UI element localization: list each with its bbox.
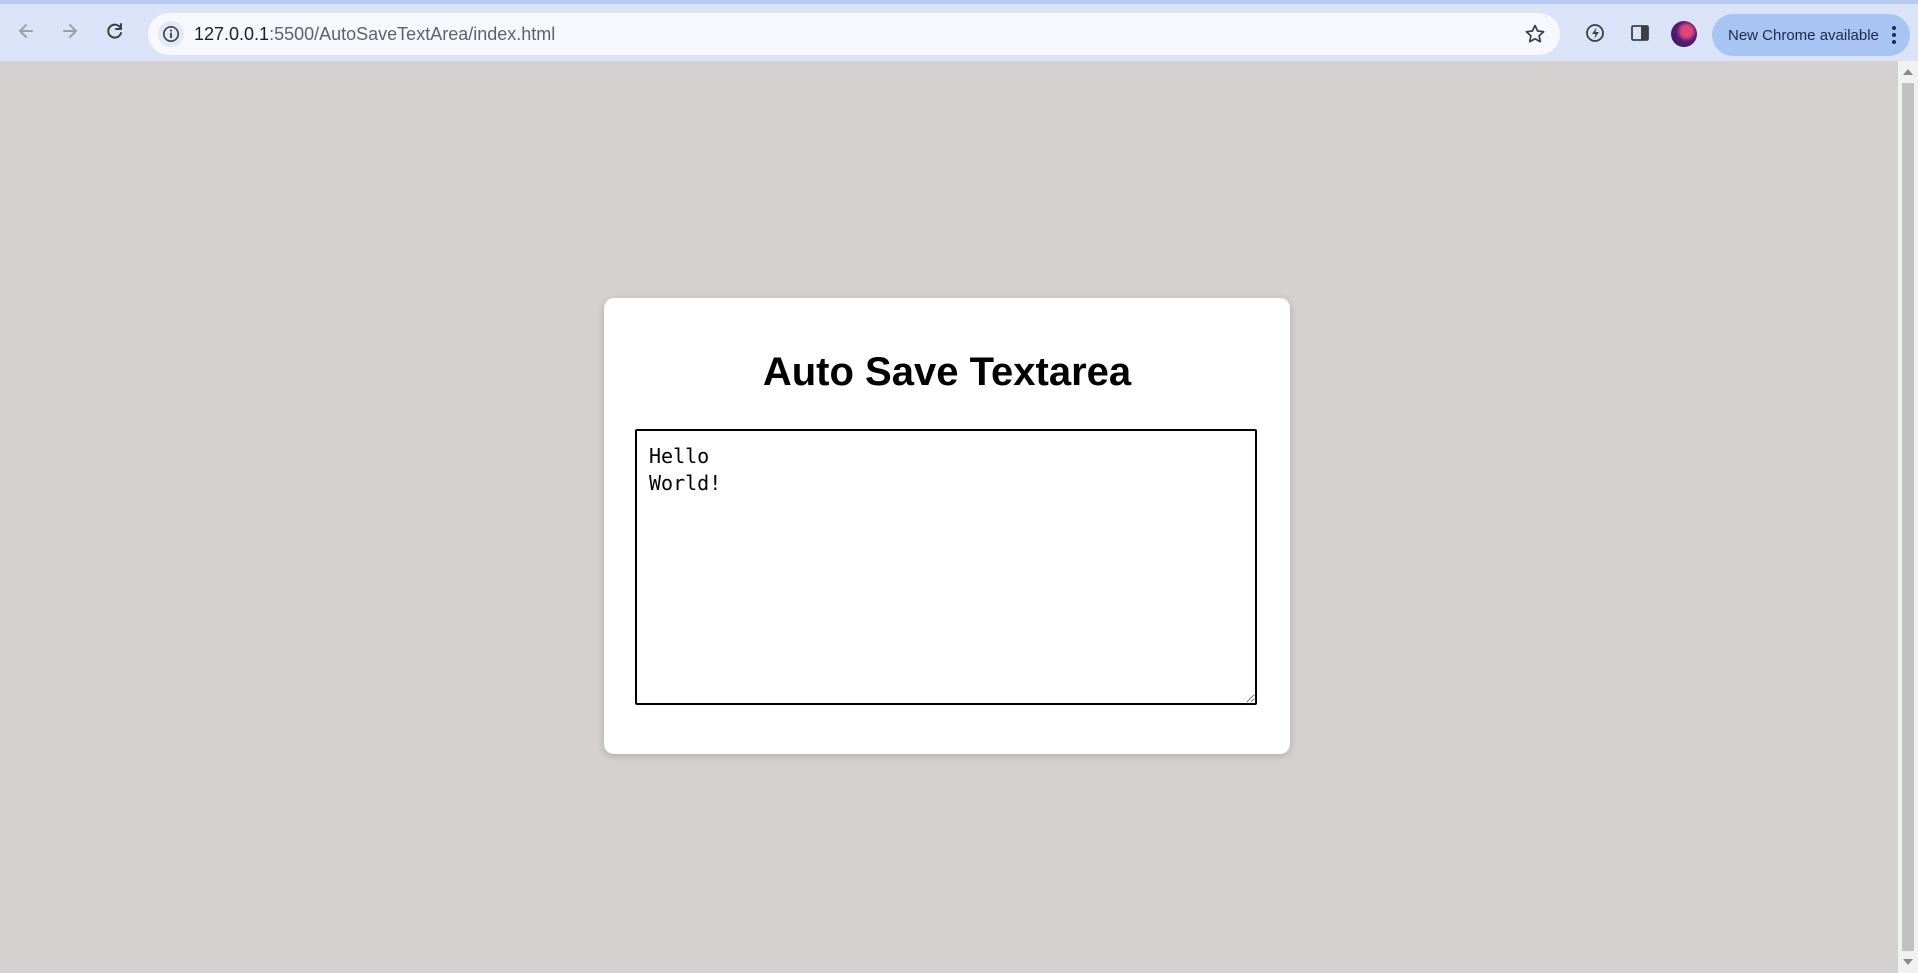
auto-save-card: Auto Save Textarea Hello World! [604,298,1290,754]
reload-icon [107,23,122,39]
profile-avatar[interactable] [1671,21,1697,47]
new-chrome-available-button[interactable]: New Chrome available [1712,14,1910,56]
page-title: Auto Save Textarea [762,350,1132,394]
side-panel-icon[interactable] [1627,20,1653,46]
scrollbar-thumb[interactable] [1902,83,1914,951]
url-text[interactable]: 127.0.0.1:5500/AutoSaveTextArea/index.ht… [194,24,555,45]
back-arrow-icon [19,24,33,38]
more-menu-icon [1892,26,1896,44]
scroll-down-icon[interactable] [1903,959,1913,965]
update-label: New Chrome available [1728,26,1879,44]
forward-button[interactable] [56,17,84,45]
reload-button[interactable] [101,17,129,45]
address-bar[interactable]: 127.0.0.1:5500/AutoSaveTextArea/index.ht… [148,13,1560,55]
url-path: :5500/AutoSaveTextArea/index.html [269,24,556,44]
scroll-up-icon[interactable] [1903,69,1913,75]
vertical-scrollbar[interactable] [1898,61,1918,973]
performance-icon[interactable] [1582,20,1608,46]
back-button[interactable] [12,17,40,45]
bookmark-star-icon[interactable] [1524,23,1546,45]
url-host: 127.0.0.1 [194,24,270,44]
site-info-icon[interactable] [158,21,184,47]
auto-save-textarea[interactable]: Hello World! [635,429,1257,705]
browser-toolbar: 127.0.0.1:5500/AutoSaveTextArea/index.ht… [0,0,1918,61]
forward-arrow-icon [63,24,77,38]
